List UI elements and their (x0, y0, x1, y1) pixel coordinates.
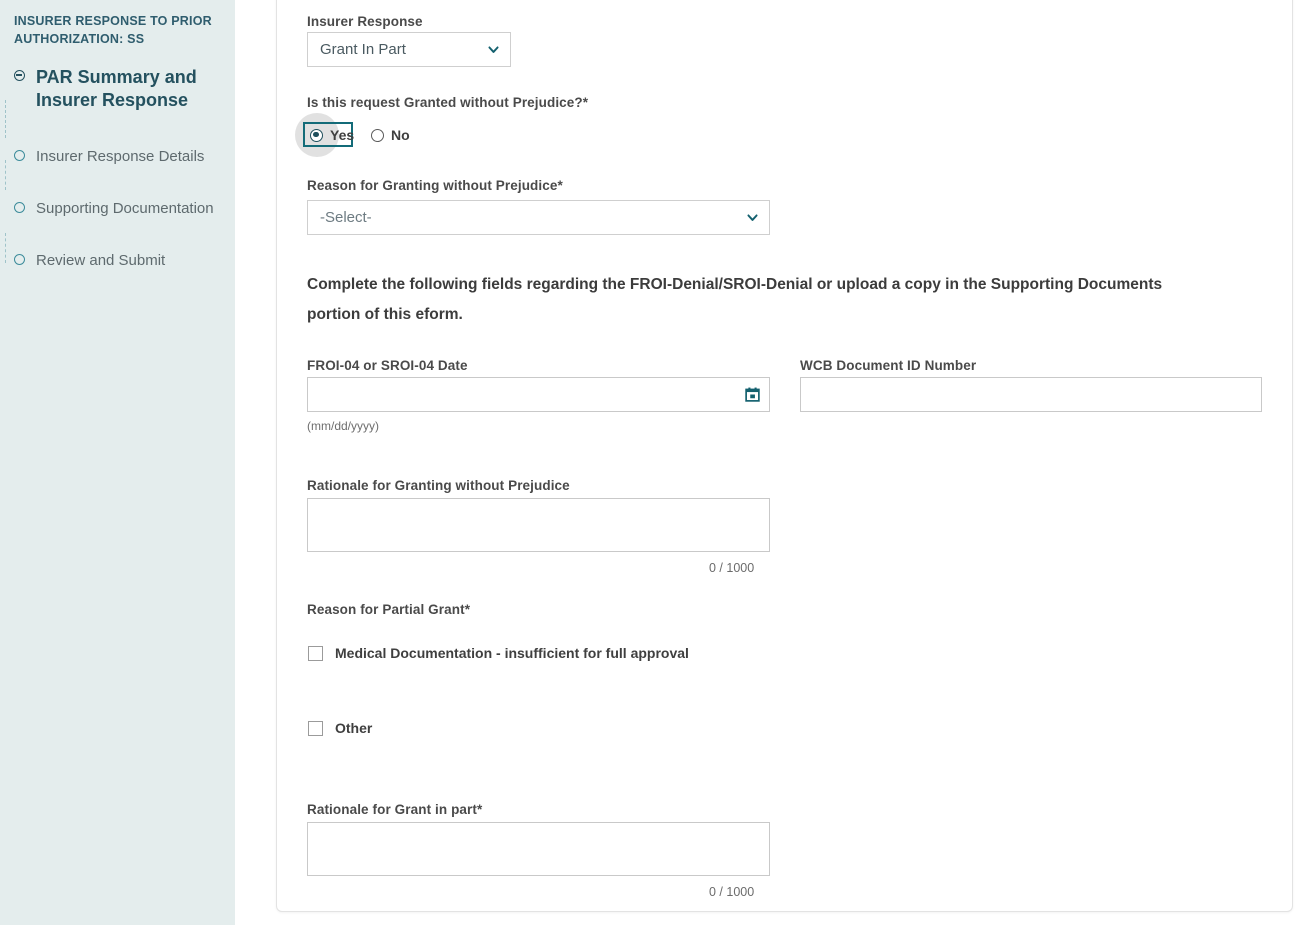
froi-date-hint: (mm/dd/yyyy) (307, 419, 379, 433)
granted-without-prejudice-label: Is this request Granted without Prejudic… (307, 95, 588, 110)
insurer-response-label: Insurer Response (307, 14, 423, 29)
checkbox-other-label: Other (335, 720, 372, 736)
checkbox-unchecked-icon (308, 721, 323, 736)
chevron-down-icon (487, 43, 500, 56)
rationale-grant-in-part-counter: 0 / 1000 (709, 885, 754, 899)
insurer-response-select[interactable]: Grant In Part (307, 32, 511, 67)
wcb-document-id-input[interactable] (800, 377, 1262, 412)
checkbox-medical-documentation-label: Medical Documentation - insufficient for… (335, 645, 689, 661)
rationale-grant-in-part-textarea[interactable] (307, 822, 770, 876)
radio-granted-yes[interactable]: Yes (310, 127, 354, 143)
rationale-granting-without-prejudice-counter: 0 / 1000 (709, 561, 754, 575)
checkbox-other[interactable]: Other (308, 720, 372, 736)
chevron-down-icon (746, 211, 759, 224)
reason-partial-grant-label: Reason for Partial Grant* (307, 602, 470, 617)
radio-granted-no-label: No (391, 127, 410, 143)
rationale-grant-in-part-label: Rationale for Grant in part* (307, 802, 482, 817)
form-instruction-text: Complete the following fields regarding … (307, 270, 1217, 330)
wcb-document-id-label: WCB Document ID Number (800, 358, 976, 373)
checkbox-unchecked-icon (308, 646, 323, 661)
radio-granted-yes-label: Yes (330, 127, 354, 143)
insurer-response-form: Insurer Response Grant In Part Is this r… (0, 0, 1300, 927)
rationale-granting-without-prejudice-textarea[interactable] (307, 498, 770, 552)
radio-granted-no[interactable]: No (371, 127, 410, 143)
calendar-icon[interactable] (745, 387, 760, 402)
froi-date-label: FROI-04 or SROI-04 Date (307, 358, 468, 373)
radio-unselected-icon (371, 129, 384, 142)
reason-granting-without-prejudice-label: Reason for Granting without Prejudice* (307, 178, 563, 193)
checkbox-medical-documentation[interactable]: Medical Documentation - insufficient for… (308, 645, 689, 661)
radio-selected-icon (310, 129, 323, 142)
reason-granting-without-prejudice-select[interactable]: -Select- (307, 200, 770, 235)
froi-date-input[interactable] (307, 377, 770, 412)
reason-granting-without-prejudice-value: -Select- (320, 209, 746, 226)
rationale-granting-without-prejudice-label: Rationale for Granting without Prejudice (307, 478, 570, 493)
insurer-response-value: Grant In Part (320, 41, 487, 58)
